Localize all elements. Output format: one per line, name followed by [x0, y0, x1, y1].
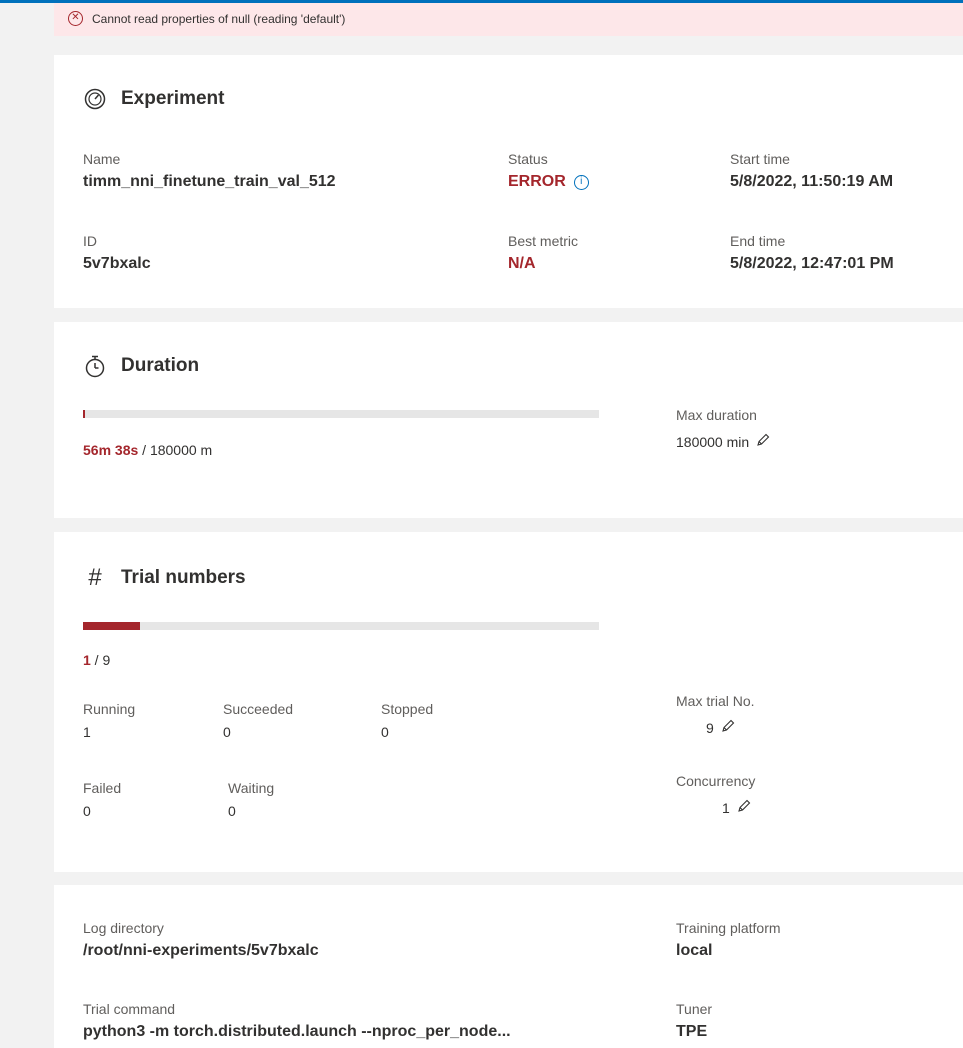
status-text: ERROR — [508, 173, 566, 190]
status-value: ERROR i — [508, 171, 589, 193]
concurrency-value: 1 — [722, 800, 730, 816]
stopwatch-icon — [83, 354, 107, 378]
max-duration-field: Max duration 180000 min — [676, 406, 771, 453]
experiment-title: Experiment — [83, 87, 224, 111]
gauge-icon — [83, 87, 107, 111]
duration-title: Duration — [83, 354, 199, 378]
running-value: 1 — [83, 724, 91, 740]
tuner-label: Tuner — [676, 1001, 713, 1017]
best-metric-value: N/A — [508, 255, 536, 272]
name-field: Name timm_nni_finetune_train_val_512 — [83, 150, 336, 193]
stopped-field: Stopped 0 — [381, 700, 433, 743]
training-platform-value: local — [676, 942, 713, 959]
succeeded-label: Succeeded — [223, 701, 294, 717]
max-duration-value: 180000 min — [676, 434, 750, 450]
pencil-icon[interactable] — [755, 432, 771, 448]
best-metric-field: Best metric N/A — [508, 232, 578, 275]
duration-progress-bar — [83, 410, 599, 418]
error-circle-icon: ✕ — [68, 10, 83, 26]
status-label: Status — [508, 151, 548, 167]
experiment-title-text: Experiment — [121, 88, 225, 109]
duration-card: Duration 56m 38s / 180000 m Max duration… — [54, 322, 963, 518]
concurrency-value-row: 1 — [676, 797, 755, 819]
max-duration-label: Max duration — [676, 407, 757, 423]
end-time-value: 5/8/2022, 12:47:01 PM — [730, 255, 894, 272]
start-time-field: Start time 5/8/2022, 11:50:19 AM — [730, 150, 893, 193]
log-directory-label: Log directory — [83, 920, 164, 936]
log-directory-field: Log directory /root/nni-experiments/5v7b… — [83, 919, 319, 962]
name-label: Name — [83, 151, 121, 167]
experiment-card: Experiment Name timm_nni_finetune_train_… — [54, 55, 963, 308]
duration-title-text: Duration — [121, 355, 200, 376]
waiting-field: Waiting 0 — [228, 779, 274, 822]
id-label: ID — [83, 233, 97, 249]
log-directory-value: /root/nni-experiments/5v7bxalc — [83, 942, 319, 959]
stopped-label: Stopped — [381, 701, 434, 717]
trial-progress-text: 1 / 9 — [83, 646, 110, 671]
start-time-value: 5/8/2022, 11:50:19 AM — [730, 173, 894, 190]
max-trial-label: Max trial No. — [676, 693, 755, 709]
status-field: Status ERROR i — [508, 150, 589, 193]
duration-progress-fill — [83, 410, 85, 418]
hash-icon: # — [88, 564, 102, 591]
max-trial-value: 9 — [706, 720, 714, 736]
end-time-field: End time 5/8/2022, 12:47:01 PM — [730, 232, 894, 275]
error-message-bar: ✕ Cannot read properties of null (readin… — [54, 3, 963, 36]
concurrency-field: Concurrency 1 — [676, 772, 755, 819]
duration-progress-text: 56m 38s / 180000 m — [83, 436, 212, 461]
max-trial-field: Max trial No. 9 — [676, 692, 755, 739]
trial-done: 1 — [83, 652, 91, 668]
training-platform-label: Training platform — [676, 920, 781, 936]
start-time-label: Start time — [730, 151, 790, 167]
trial-progress-bar — [83, 622, 599, 630]
concurrency-label: Concurrency — [676, 773, 756, 789]
pencil-icon[interactable] — [720, 718, 736, 734]
running-label: Running — [83, 701, 136, 717]
trial-command-label: Trial command — [83, 1001, 176, 1017]
id-value: 5v7bxalc — [83, 255, 151, 272]
trial-total: / 9 — [90, 652, 111, 668]
succeeded-value: 0 — [223, 724, 231, 740]
trial-numbers-title-text: Trial numbers — [121, 567, 246, 588]
error-message-text: Cannot read properties of null (reading … — [92, 11, 346, 26]
end-time-label: End time — [730, 233, 786, 249]
duration-elapsed: 56m 38s — [83, 442, 139, 458]
trial-command-field: Trial command python3 -m torch.distribut… — [83, 1000, 511, 1043]
tuner-field: Tuner TPE — [676, 1000, 712, 1043]
experiment-info-card: Log directory /root/nni-experiments/5v7b… — [54, 885, 963, 1048]
succeeded-field: Succeeded 0 — [223, 700, 293, 743]
best-metric-label: Best metric — [508, 233, 579, 249]
running-field: Running 1 — [83, 700, 135, 743]
waiting-value: 0 — [228, 803, 236, 819]
failed-field: Failed 0 — [83, 779, 121, 822]
pencil-icon[interactable] — [736, 798, 752, 814]
trial-numbers-card: # Trial numbers 1 / 9 Running 1 Succeede… — [54, 532, 963, 872]
trial-numbers-title: # Trial numbers — [83, 564, 246, 591]
stopped-value: 0 — [381, 724, 389, 740]
failed-label: Failed — [83, 780, 122, 796]
training-platform-field: Training platform local — [676, 919, 781, 962]
info-icon[interactable]: i — [573, 175, 589, 190]
id-field: ID 5v7bxalc — [83, 232, 151, 275]
duration-total: / 180000 m — [138, 442, 213, 458]
trial-progress-fill — [83, 622, 141, 630]
trial-command-value[interactable]: python3 -m torch.distributed.launch --np… — [83, 1021, 511, 1043]
waiting-label: Waiting — [228, 780, 275, 796]
max-duration-value-row: 180000 min — [676, 431, 771, 453]
name-value: timm_nni_finetune_train_val_512 — [83, 173, 336, 190]
max-trial-value-row: 9 — [676, 717, 755, 739]
tuner-value: TPE — [676, 1023, 708, 1040]
failed-value: 0 — [83, 803, 91, 819]
